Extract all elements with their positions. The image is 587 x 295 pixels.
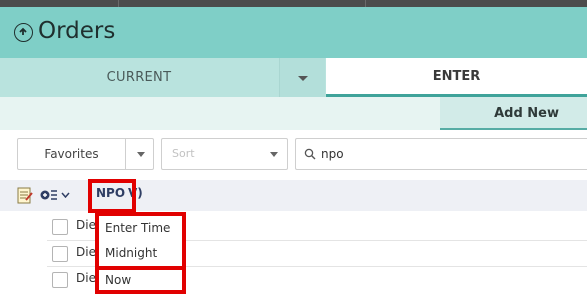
notes-icon[interactable] bbox=[17, 187, 33, 204]
suggestion-enter-time[interactable]: Enter Time bbox=[99, 216, 182, 241]
search-value: npo bbox=[321, 147, 344, 161]
tab-current[interactable]: CURRENT bbox=[0, 58, 278, 97]
search-input[interactable]: npo bbox=[295, 138, 587, 170]
filter-bar: Favorites Sort npo bbox=[0, 138, 587, 172]
suggestion-dropdown: Enter Time Midnight Now bbox=[95, 212, 186, 294]
page-title: Orders bbox=[38, 18, 116, 44]
add-new-button[interactable]: Add New bbox=[440, 97, 587, 130]
row-text: Die bbox=[76, 218, 96, 232]
chevron-down-icon bbox=[298, 76, 308, 81]
row-checkbox[interactable] bbox=[52, 272, 68, 288]
tab-dropdown-button[interactable] bbox=[279, 58, 325, 97]
top-strip bbox=[0, 0, 587, 7]
chevron-down-icon bbox=[137, 152, 145, 157]
strip-divider bbox=[118, 0, 119, 7]
suggestion-midnight[interactable]: Midnight bbox=[99, 241, 182, 266]
favorites-select[interactable]: Favorites bbox=[17, 138, 154, 170]
strip-divider bbox=[365, 0, 366, 7]
tab-enter[interactable]: ENTER bbox=[326, 58, 587, 97]
row-text: Die bbox=[76, 271, 96, 285]
row-checkbox[interactable] bbox=[52, 219, 68, 235]
title-bar: Orders bbox=[0, 7, 587, 58]
favorites-label: Favorites bbox=[18, 139, 126, 169]
back-circle-icon[interactable] bbox=[14, 23, 33, 42]
row-checkbox[interactable] bbox=[52, 246, 68, 262]
group-by-icon[interactable] bbox=[40, 189, 58, 201]
npo-highlight-box bbox=[88, 179, 136, 213]
chevron-down-icon[interactable] bbox=[61, 192, 70, 198]
action-bar: Add New bbox=[0, 97, 587, 130]
chevron-down-icon bbox=[270, 152, 278, 157]
sort-placeholder: Sort bbox=[172, 147, 195, 160]
suggestion-now[interactable]: Now bbox=[99, 270, 182, 291]
tab-bar: CURRENT ENTER bbox=[0, 58, 587, 97]
sort-select[interactable]: Sort bbox=[161, 138, 288, 170]
row-text: Die bbox=[76, 245, 96, 259]
search-icon bbox=[304, 148, 316, 160]
